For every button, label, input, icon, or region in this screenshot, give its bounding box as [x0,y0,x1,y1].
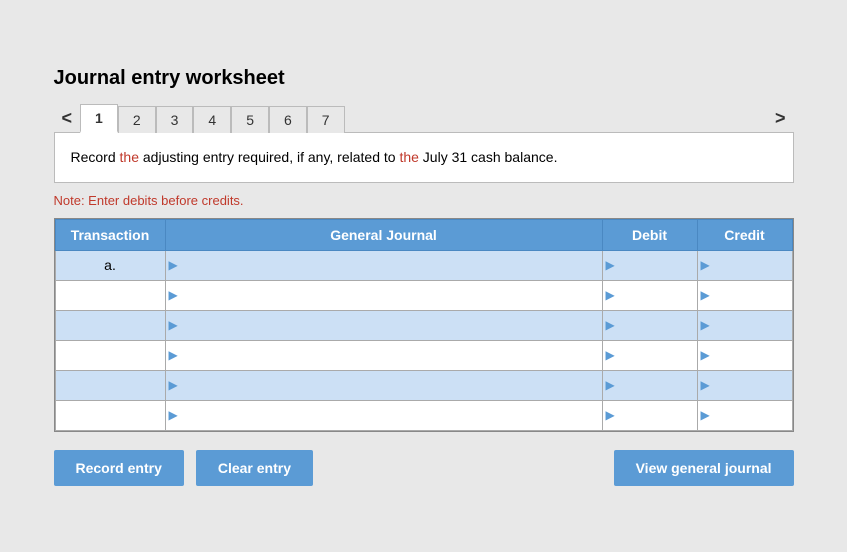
credit-input-4[interactable] [698,371,792,400]
table-row: ▶ ▶ ▶ [55,370,792,400]
credit-input-3[interactable] [698,341,792,370]
table-row: ▶ ▶ ▶ [55,280,792,310]
arrow-icon: ▶ [606,258,615,272]
arrow-icon: ▶ [606,348,615,362]
arrow-icon: ▶ [701,318,710,332]
arrow-icon: ▶ [701,408,710,422]
credit-cell-1: ▶ [697,280,792,310]
debit-input-2[interactable] [603,311,697,340]
tab-5[interactable]: 5 [231,106,269,133]
arrow-icon: ▶ [169,258,178,272]
credit-cell-4: ▶ [697,370,792,400]
col-header-journal: General Journal [165,219,602,250]
tab-3[interactable]: 3 [156,106,194,133]
note-text: Note: Enter debits before credits. [54,193,794,208]
journal-cell-4: ▶ [165,370,602,400]
journal-cell-2: ▶ [165,310,602,340]
prev-nav-button[interactable]: < [54,104,81,133]
credit-input-0[interactable] [698,251,792,280]
arrow-icon: ▶ [169,378,178,392]
debit-cell-5: ▶ [602,400,697,430]
journal-cell-3: ▶ [165,340,602,370]
journal-cell-1: ▶ [165,280,602,310]
arrow-icon: ▶ [606,318,615,332]
instruction-box: Record the adjusting entry required, if … [54,132,794,183]
credit-cell-2: ▶ [697,310,792,340]
arrow-icon: ▶ [169,318,178,332]
journal-cell-5: ▶ [165,400,602,430]
col-header-credit: Credit [697,219,792,250]
table-body: a. ▶ ▶ ▶ ▶ ▶ ▶ ▶ ▶ ▶ ▶ ▶ ▶ ▶ ▶ ▶ ▶ ▶ ▶ [55,250,792,430]
debit-input-4[interactable] [603,371,697,400]
journal-table: Transaction General Journal Debit Credit… [55,219,793,431]
table-row: ▶ ▶ ▶ [55,340,792,370]
debit-cell-1: ▶ [602,280,697,310]
transaction-cell-5 [55,400,165,430]
table-header: Transaction General Journal Debit Credit [55,219,792,250]
debit-input-1[interactable] [603,281,697,310]
arrow-icon: ▶ [701,348,710,362]
arrow-icon: ▶ [169,288,178,302]
arrow-icon: ▶ [606,408,615,422]
credit-input-5[interactable] [698,401,792,430]
transaction-cell-0: a. [55,250,165,280]
arrow-icon: ▶ [169,408,178,422]
table-row: a. ▶ ▶ ▶ [55,250,792,280]
credit-cell-3: ▶ [697,340,792,370]
journal-input-0[interactable] [166,251,602,280]
tab-7[interactable]: 7 [307,106,345,133]
credit-cell-0: ▶ [697,250,792,280]
transaction-cell-4 [55,370,165,400]
tab-6[interactable]: 6 [269,106,307,133]
tab-4[interactable]: 4 [193,106,231,133]
journal-cell-0: ▶ [165,250,602,280]
transaction-cell-2 [55,310,165,340]
debit-input-0[interactable] [603,251,697,280]
col-header-debit: Debit [602,219,697,250]
view-general-journal-button[interactable]: View general journal [614,450,794,486]
arrow-icon: ▶ [169,348,178,362]
debit-cell-0: ▶ [602,250,697,280]
debit-cell-2: ▶ [602,310,697,340]
transaction-cell-3 [55,340,165,370]
table-row: ▶ ▶ ▶ [55,400,792,430]
table-row: ▶ ▶ ▶ [55,310,792,340]
journal-input-2[interactable] [166,311,602,340]
arrow-icon: ▶ [606,288,615,302]
arrow-icon: ▶ [701,288,710,302]
record-entry-button[interactable]: Record entry [54,450,184,486]
clear-entry-button[interactable]: Clear entry [196,450,313,486]
journal-input-4[interactable] [166,371,602,400]
journal-input-5[interactable] [166,401,602,430]
credit-input-2[interactable] [698,311,792,340]
journal-input-3[interactable] [166,341,602,370]
debit-cell-3: ▶ [602,340,697,370]
journal-input-1[interactable] [166,281,602,310]
debit-cell-4: ▶ [602,370,697,400]
arrow-icon: ▶ [606,378,615,392]
buttons-row: Record entry Clear entry View general jo… [54,450,794,486]
instruction-text: Record the adjusting entry required, if … [71,149,558,165]
debit-input-5[interactable] [603,401,697,430]
credit-cell-5: ▶ [697,400,792,430]
page-title: Journal entry worksheet [54,67,794,90]
arrow-icon: ▶ [701,378,710,392]
journal-table-wrapper: Transaction General Journal Debit Credit… [54,218,794,432]
col-header-transaction: Transaction [55,219,165,250]
tab-1[interactable]: 1 [80,104,118,133]
tab-2[interactable]: 2 [118,106,156,133]
debit-input-3[interactable] [603,341,697,370]
credit-input-1[interactable] [698,281,792,310]
next-nav-button[interactable]: > [767,104,794,133]
tabs-container: 1234567 [80,104,767,133]
arrow-icon: ▶ [701,258,710,272]
transaction-cell-1 [55,280,165,310]
